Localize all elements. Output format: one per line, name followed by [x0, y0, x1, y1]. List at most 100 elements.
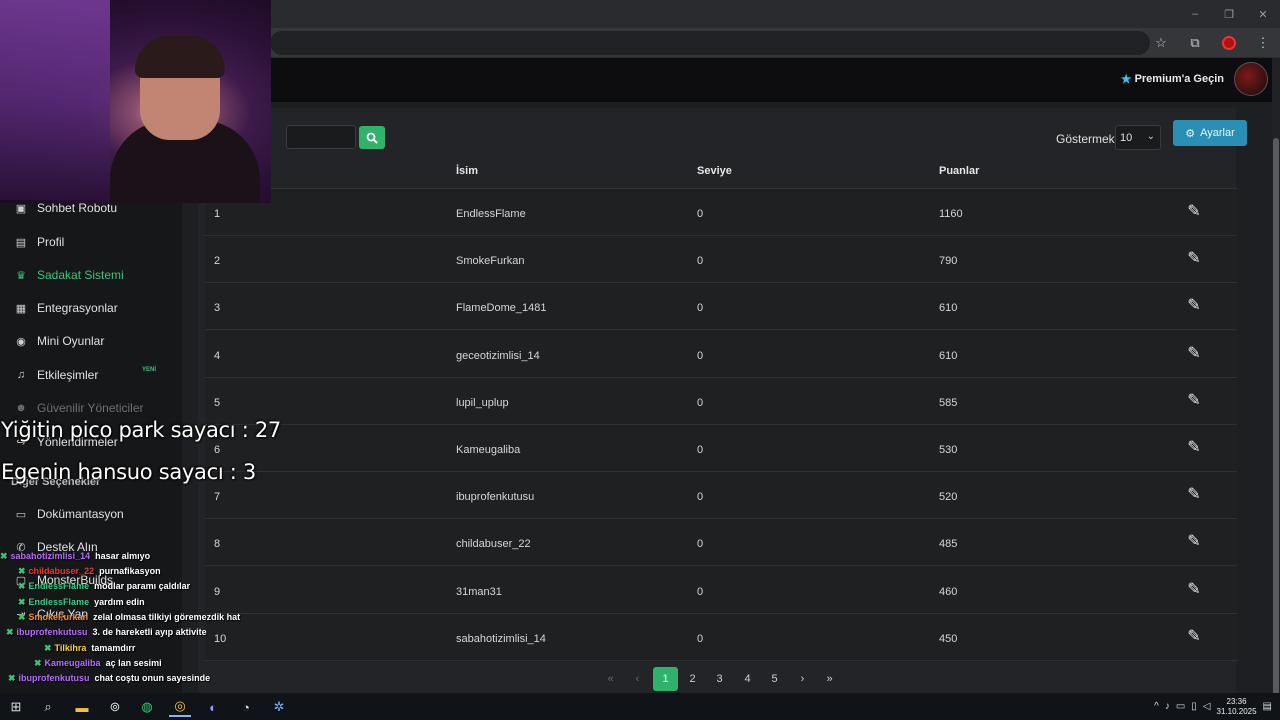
discord-icon[interactable]: ◐	[202, 697, 224, 717]
edit-icon[interactable]: ✎	[1187, 392, 1201, 409]
clock[interactable]: 23:36 31.10.2025	[1217, 697, 1257, 717]
mod-badge-icon: ✖	[18, 596, 26, 607]
page-scrollbar[interactable]	[1272, 58, 1280, 698]
rank-cell: 7	[214, 491, 221, 504]
clock-date: 31.10.2025	[1216, 706, 1257, 716]
battery-icon[interactable]: ▯	[1191, 701, 1197, 712]
profile-icon[interactable]	[1218, 33, 1240, 53]
obs-icon[interactable]: ◔	[235, 697, 257, 717]
chat-text: 3. de hareketli ayıp aktivite	[92, 627, 207, 637]
premium-link[interactable]: ★ Premium'a Geçin	[1121, 72, 1224, 86]
integration-icon: ▦	[15, 302, 27, 315]
edit-icon[interactable]: ✎	[1187, 250, 1201, 267]
points-cell: 1160	[939, 208, 963, 220]
edit-icon[interactable]: ✎	[1187, 533, 1201, 550]
sidebar-item-sadakat-sistemi[interactable]: ♛ Sadakat Sistemi	[0, 263, 182, 287]
edit-icon[interactable]: ✎	[1187, 203, 1201, 220]
table-row: 9 31man31 0 460 ✎	[205, 566, 1237, 614]
menu-icon[interactable]: ⋮	[1252, 33, 1274, 53]
window-controls: – ❐ ✕	[1178, 0, 1280, 28]
next-page-button[interactable]: ›	[790, 667, 815, 691]
spotify-icon[interactable]: ◍	[136, 697, 158, 717]
search-input[interactable]	[286, 125, 356, 149]
points-cell: 520	[939, 491, 958, 504]
sidebar-item-guvenilir-yoneticiler[interactable]: ☻ Güvenilir Yöneticiler	[0, 396, 182, 420]
new-badge: YENİ	[142, 367, 157, 373]
sidebar-item-label: Güvenilir Yöneticiler	[37, 401, 144, 415]
name-cell: geceotizimlisi_14	[456, 349, 540, 362]
settings-button[interactable]: ⚙ Ayarlar	[1173, 120, 1247, 146]
page-button[interactable]: 4	[735, 667, 760, 691]
last-page-button[interactable]: »	[817, 667, 842, 691]
search-button[interactable]	[359, 126, 385, 149]
extensions-icon[interactable]: ⧉	[1184, 33, 1206, 53]
name-cell: ibuprofenkutusu	[456, 491, 535, 504]
level-cell: 0	[697, 585, 704, 598]
search-icon	[366, 132, 378, 144]
chrome-icon[interactable]: ◎	[169, 697, 191, 717]
edit-icon[interactable]: ✎	[1187, 486, 1201, 503]
mod-badge-icon: ✖	[44, 642, 52, 653]
points-cell: 585	[939, 396, 958, 409]
page-button[interactable]: 3	[707, 667, 732, 691]
id-card-icon: ▤	[15, 236, 27, 249]
star-icon[interactable]: ☆	[1150, 33, 1172, 53]
restore-button[interactable]: ❐	[1212, 0, 1246, 28]
address-field[interactable]	[270, 31, 1150, 55]
scroll-thumb[interactable]	[1273, 138, 1279, 698]
rank-cell: 2	[214, 255, 221, 268]
microphone-icon[interactable]: ♪	[1165, 701, 1170, 712]
music-icon: ♫	[16, 369, 26, 381]
chat-message: ✖ Tilkihra tamamdırr	[44, 641, 135, 655]
edit-icon[interactable]: ✎	[1187, 345, 1201, 362]
table-row: 7 ibuprofenkutusu 0 520 ✎	[205, 472, 1237, 520]
points-cell: 460	[939, 585, 958, 598]
steam-icon[interactable]: ⊚	[104, 697, 126, 717]
edit-icon[interactable]: ✎	[1187, 297, 1201, 314]
app-icon[interactable]: ✲	[268, 697, 290, 717]
show-count-select[interactable]: 10 ⌄	[1115, 125, 1161, 150]
page-button[interactable]: 5	[762, 667, 787, 691]
mod-badge-icon: ✖	[34, 657, 42, 668]
close-window-button[interactable]: ✕	[1246, 0, 1280, 28]
network-icon[interactable]: ▭	[1176, 701, 1185, 712]
sidebar-item-entegrasyonlar[interactable]: ▦ Entegrasyonlar	[0, 296, 182, 320]
windows-start-icon[interactable]: ⊞	[5, 697, 27, 717]
sidebar-item-label: Sadakat Sistemi	[37, 268, 124, 282]
chat-username: EndlessFlame	[28, 597, 90, 607]
chat-username: SmokeFurkan	[28, 612, 89, 622]
chevron-up-icon[interactable]: ^	[1154, 701, 1159, 712]
column-header-name[interactable]: İsim	[456, 165, 478, 177]
table-row: 8 childabuser_22 0 485 ✎	[205, 519, 1237, 567]
column-header-points[interactable]: Puanlar	[939, 165, 979, 177]
search-icon[interactable]: ⌕	[37, 697, 59, 717]
sidebar-item-label: Entegrasyonlar	[37, 301, 118, 315]
sidebar-item-dokumantasyon[interactable]: ▭ Dokümantasyon	[0, 502, 182, 526]
volume-icon[interactable]: ◁	[1203, 701, 1211, 712]
sidebar-item-profil[interactable]: ▤ Profil	[0, 230, 182, 254]
column-header-level[interactable]: Seviye	[697, 165, 732, 177]
settings-label: Ayarlar	[1200, 127, 1235, 139]
points-cell: 610	[939, 302, 958, 315]
rank-cell: 1	[214, 208, 221, 220]
notification-icon[interactable]: ▤	[1263, 701, 1272, 712]
sidebar-item-mini-oyunlar[interactable]: ◉ Mini Oyunlar	[0, 329, 182, 353]
prev-page-button[interactable]: ‹	[625, 667, 650, 691]
level-cell: 0	[697, 349, 704, 362]
folder-icon[interactable]: ▬	[71, 697, 93, 717]
page-button[interactable]: 2	[680, 667, 705, 691]
edit-icon[interactable]: ✎	[1187, 628, 1201, 645]
edit-icon[interactable]: ✎	[1187, 581, 1201, 598]
points-cell: 610	[939, 349, 958, 362]
name-cell: sabahotizimlisi_14	[456, 632, 546, 645]
level-cell: 0	[697, 632, 704, 645]
chat-text: zelal olmasa tilkiyi göremezdik hat	[93, 612, 241, 622]
avatar[interactable]	[1234, 62, 1268, 96]
webcam-background	[0, 0, 110, 200]
page-button[interactable]: 1	[653, 667, 678, 691]
edit-icon[interactable]: ✎	[1187, 439, 1201, 456]
first-page-button[interactable]: «	[598, 667, 623, 691]
mod-badge-icon: ✖	[18, 565, 26, 576]
minimize-button[interactable]: –	[1178, 0, 1212, 28]
chat-text: aç lan sesimi	[105, 658, 162, 668]
